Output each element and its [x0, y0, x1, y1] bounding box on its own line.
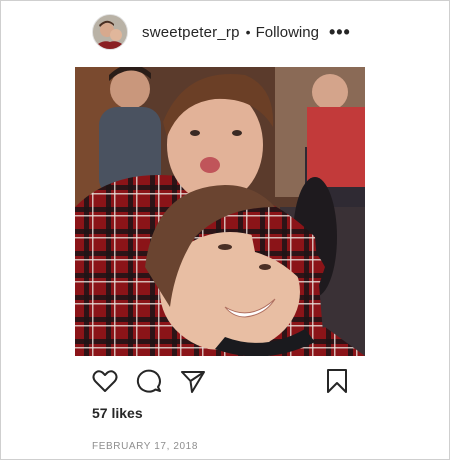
avatar-image	[93, 15, 127, 49]
more-options-icon[interactable]: •••	[329, 23, 351, 41]
username-link[interactable]: sweetpeter_rp	[142, 24, 240, 41]
post-actions	[91, 367, 351, 397]
following-button[interactable]: Following	[256, 24, 319, 41]
post-photo[interactable]	[75, 67, 365, 356]
post-date: FEBRUARY 17, 2018	[92, 441, 198, 452]
heart-icon[interactable]	[91, 367, 119, 395]
likes-count[interactable]: 57 likes	[92, 405, 143, 421]
post-frame: sweetpeter_rp • Following ••• 57 likes F…	[0, 0, 450, 460]
comment-icon[interactable]	[135, 367, 163, 395]
selfie-photo	[75, 67, 365, 356]
bookmark-icon[interactable]	[323, 367, 351, 395]
separator-dot: •	[245, 24, 251, 40]
post-header: sweetpeter_rp • Following •••	[92, 14, 351, 50]
paper-plane-icon[interactable]	[179, 367, 207, 395]
avatar[interactable]	[92, 14, 128, 50]
